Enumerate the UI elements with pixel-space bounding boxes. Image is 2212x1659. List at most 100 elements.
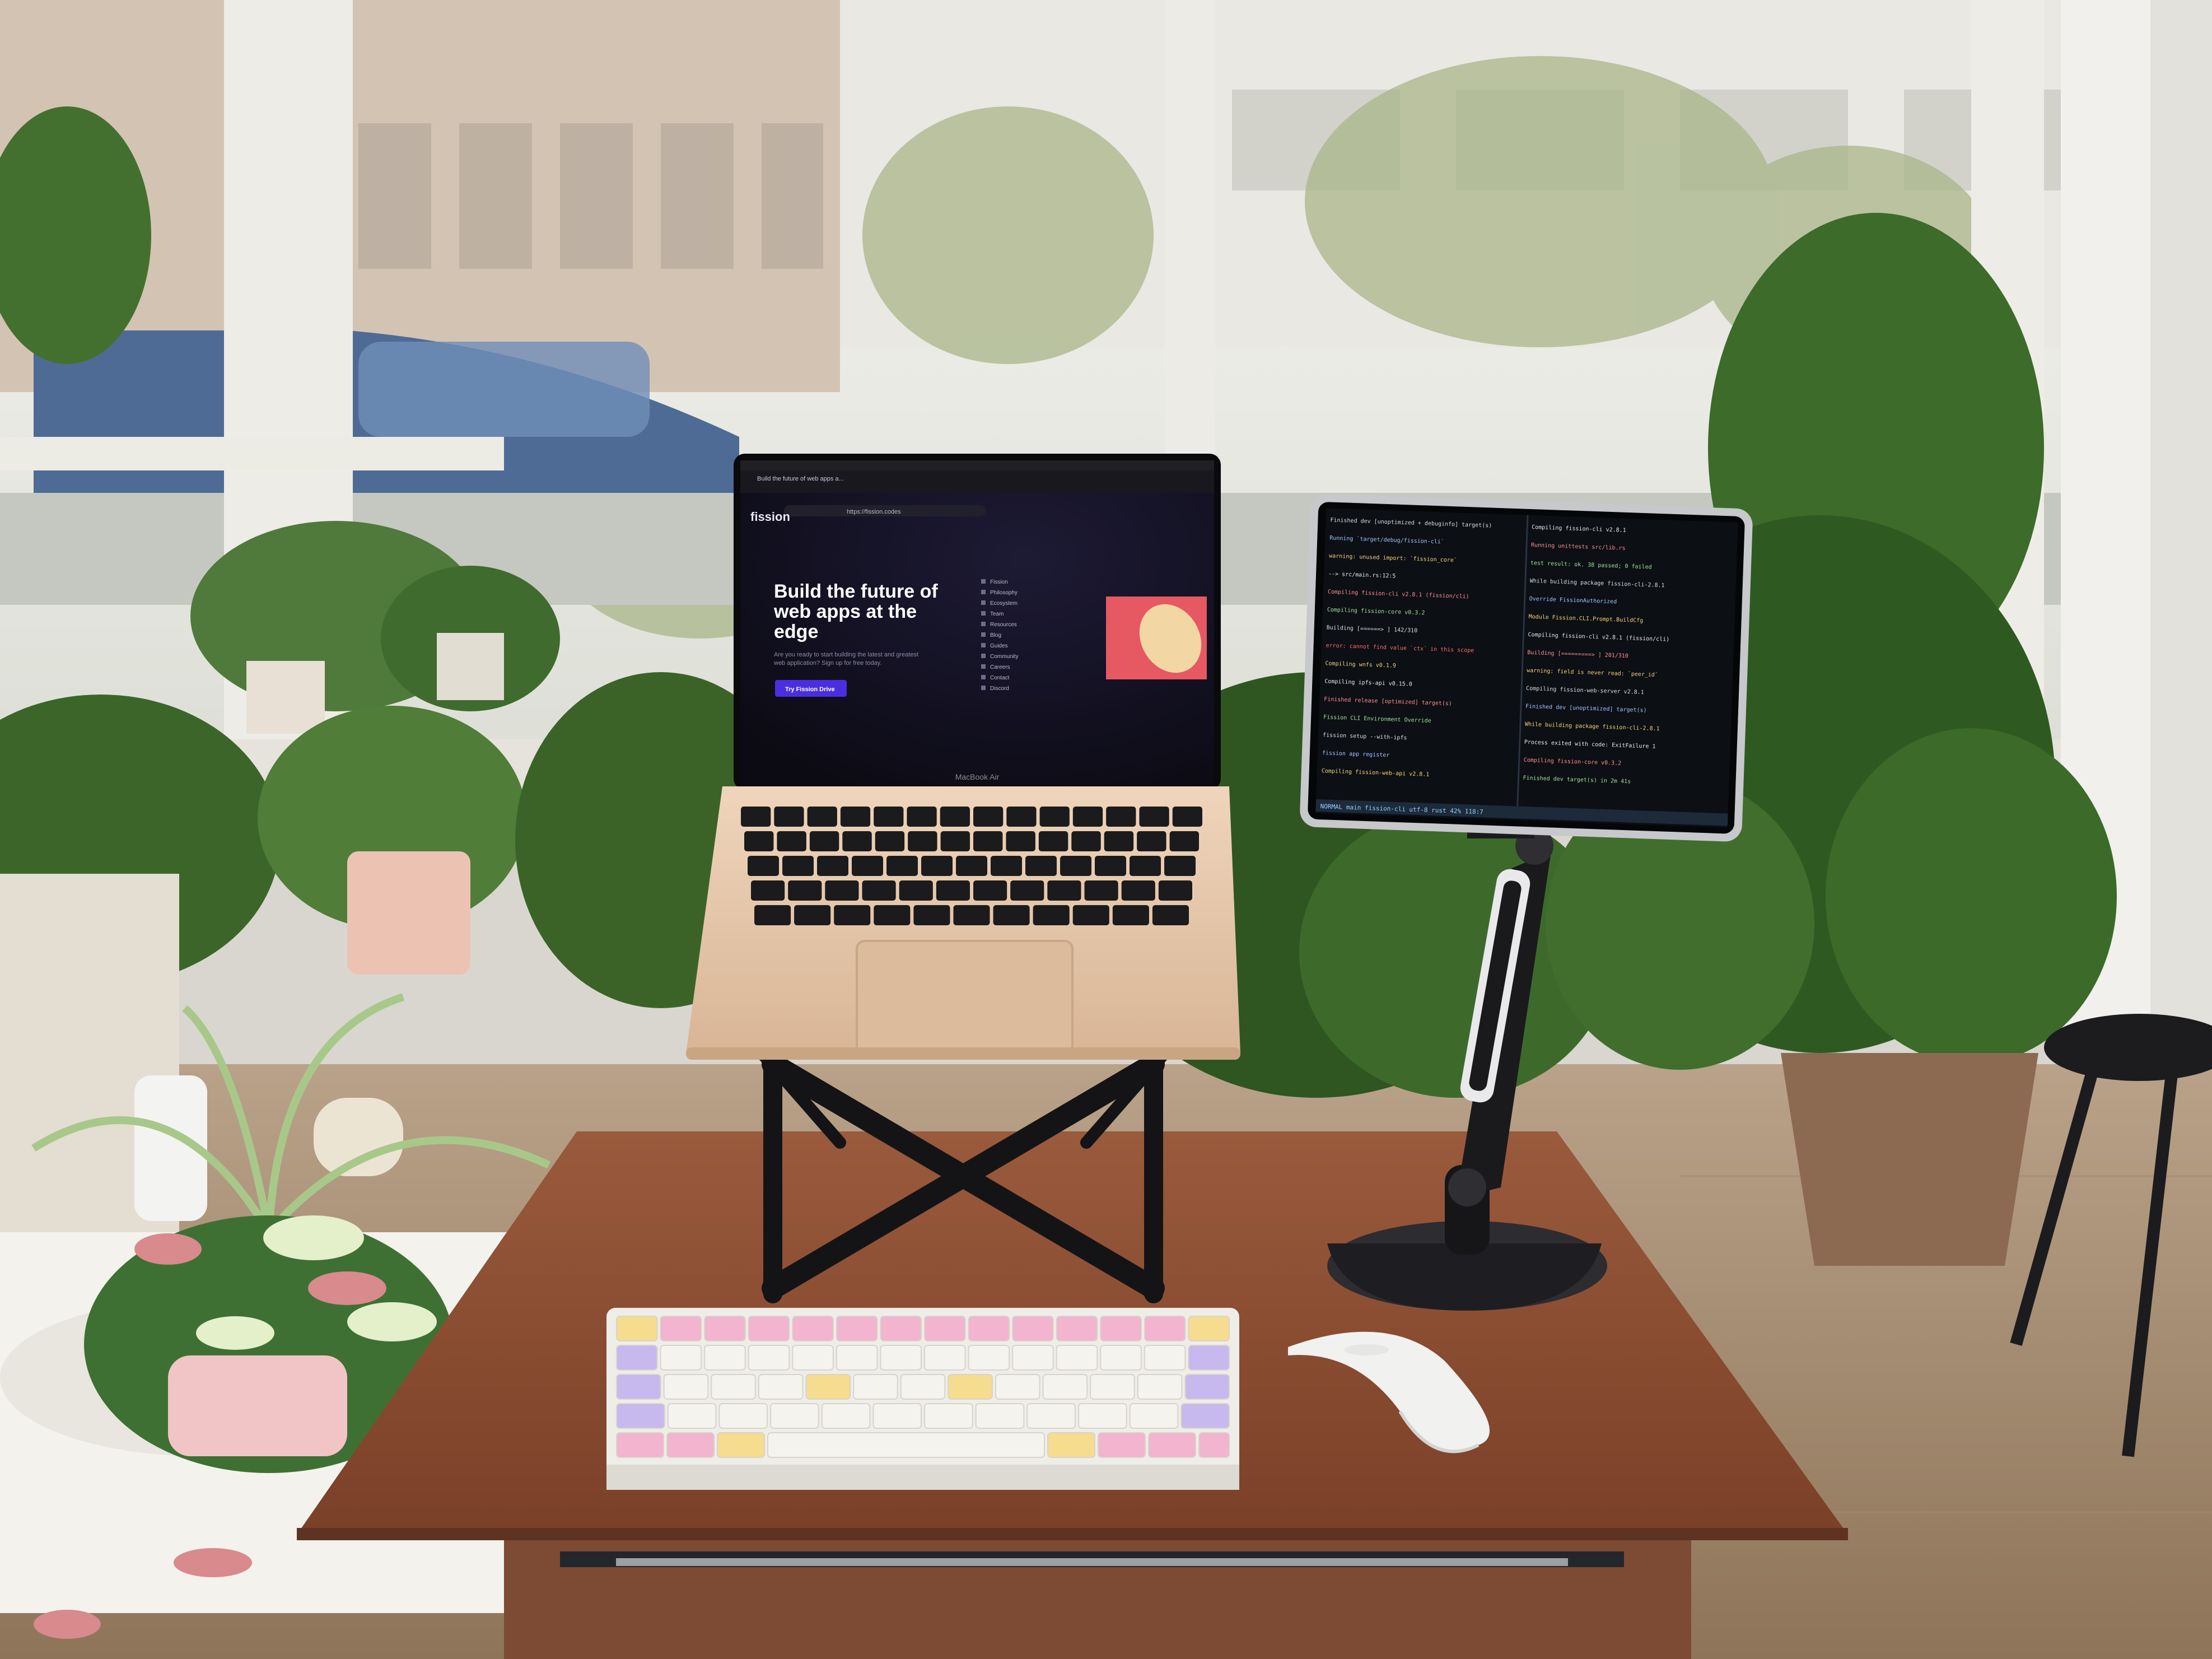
- laptop-key: [973, 807, 1004, 827]
- laptop-key: [886, 856, 918, 876]
- keycap: [1042, 1374, 1088, 1400]
- keycap: [770, 1403, 819, 1429]
- browser-url[interactable]: https://fission.codes: [847, 509, 901, 515]
- laptop-key: [1010, 880, 1044, 901]
- laptop-key: [1112, 905, 1149, 925]
- laptop-key: [908, 831, 937, 851]
- keycap: [1012, 1316, 1054, 1341]
- nav-item-icon: [981, 654, 986, 658]
- laptop-key: [1106, 807, 1136, 827]
- keycap: [1056, 1345, 1098, 1371]
- laptop-key: [842, 831, 872, 851]
- laptop-key: [973, 880, 1007, 901]
- keycap: [1184, 1374, 1230, 1400]
- nav-item-icon: [981, 632, 986, 637]
- laptop-key: [936, 880, 970, 901]
- keycap: [1078, 1403, 1127, 1429]
- laptop-key: [953, 905, 990, 925]
- keycap: [616, 1432, 664, 1458]
- laptop-key: [956, 856, 987, 876]
- cta-button-label[interactable]: Try Fission Drive: [785, 686, 835, 693]
- nav-item[interactable]: Contact: [990, 675, 1010, 681]
- laptop-key: [774, 807, 804, 827]
- keycap: [718, 1403, 768, 1429]
- laptop-key: [1137, 831, 1166, 851]
- nav-item-icon: [981, 611, 986, 616]
- laptop-key: [1121, 880, 1155, 901]
- laptop-key: [875, 831, 905, 851]
- keycap: [880, 1316, 922, 1341]
- nav-item[interactable]: Fission: [990, 579, 1008, 585]
- keycap: [711, 1374, 756, 1400]
- hero-headline-line-1: Build the future of: [774, 581, 938, 602]
- laptop-key: [1038, 831, 1068, 851]
- keycap: [758, 1374, 804, 1400]
- keycap: [836, 1316, 878, 1341]
- laptop-key: [1158, 880, 1192, 901]
- keycap: [616, 1316, 658, 1341]
- laptop-key: [777, 831, 806, 851]
- laptop-key: [788, 880, 822, 901]
- keycap: [1188, 1316, 1230, 1341]
- nav-item[interactable]: Ecosystem: [990, 600, 1018, 607]
- nav-item[interactable]: Careers: [990, 664, 1010, 670]
- keycap: [667, 1403, 717, 1429]
- nav-item[interactable]: Philosophy: [990, 590, 1018, 596]
- nav-item-icon: [981, 579, 986, 584]
- laptop-key: [840, 807, 871, 827]
- nav-item[interactable]: Community: [990, 654, 1019, 660]
- keycap: [1056, 1316, 1098, 1341]
- keycap: [821, 1403, 871, 1429]
- browser-tab-title[interactable]: Build the future of web apps a...: [757, 476, 844, 482]
- nav-item[interactable]: Resources: [990, 622, 1017, 628]
- keycap: [660, 1316, 702, 1341]
- keycap: [968, 1316, 1010, 1341]
- laptop-key: [1139, 807, 1169, 827]
- laptop-key: [754, 905, 791, 925]
- keycap: [995, 1374, 1040, 1400]
- laptop-key: [825, 880, 859, 901]
- keycap: [1100, 1345, 1142, 1371]
- laptop-key: [913, 905, 950, 925]
- keycap: [792, 1316, 834, 1341]
- laptop-key: [874, 807, 904, 827]
- keycap: [1180, 1403, 1230, 1429]
- keycap: [748, 1316, 790, 1341]
- keycap: [616, 1345, 658, 1371]
- desk-setup-photo: Build the future of web apps a... https:…: [0, 0, 2212, 1659]
- keycap: [704, 1345, 746, 1371]
- laptop-key: [993, 905, 1030, 925]
- hero-subtext-line-1: Are you ready to start building the late…: [774, 651, 918, 658]
- hero-headline-line-3: edge: [774, 621, 818, 642]
- keycap: [836, 1345, 878, 1371]
- laptop: Build the future of web apps a... https:…: [686, 454, 1240, 1060]
- laptop-key: [1095, 856, 1126, 876]
- laptop-key: [751, 880, 785, 901]
- keycap: [1188, 1345, 1230, 1371]
- laptop-key: [748, 856, 779, 876]
- laptop-key: [1169, 831, 1199, 851]
- laptop-key: [862, 880, 896, 901]
- nav-item-icon: [981, 590, 986, 594]
- laptop-key: [817, 856, 848, 876]
- nav-item[interactable]: Blog: [990, 632, 1001, 639]
- site-logo[interactable]: fission: [750, 510, 790, 524]
- laptop-key: [1084, 880, 1118, 901]
- keycap: [900, 1374, 946, 1400]
- keycap: [660, 1345, 702, 1371]
- mechanical-keyboard: [606, 1308, 1239, 1490]
- laptop-key: [940, 831, 970, 851]
- laptop-key: [744, 831, 774, 851]
- laptop-key: [1172, 807, 1202, 827]
- laptop-key: [1033, 905, 1070, 925]
- nav-item[interactable]: Discord: [990, 686, 1009, 692]
- keycap: [792, 1345, 834, 1371]
- keycap: [1047, 1432, 1095, 1458]
- nav-item[interactable]: Guides: [990, 643, 1008, 649]
- laptop-key: [1072, 905, 1109, 925]
- keycap: [1098, 1432, 1146, 1458]
- nav-item[interactable]: Team: [990, 611, 1004, 617]
- laptop-key: [1130, 856, 1161, 876]
- laptop-key: [807, 807, 837, 827]
- keycap: [704, 1316, 746, 1341]
